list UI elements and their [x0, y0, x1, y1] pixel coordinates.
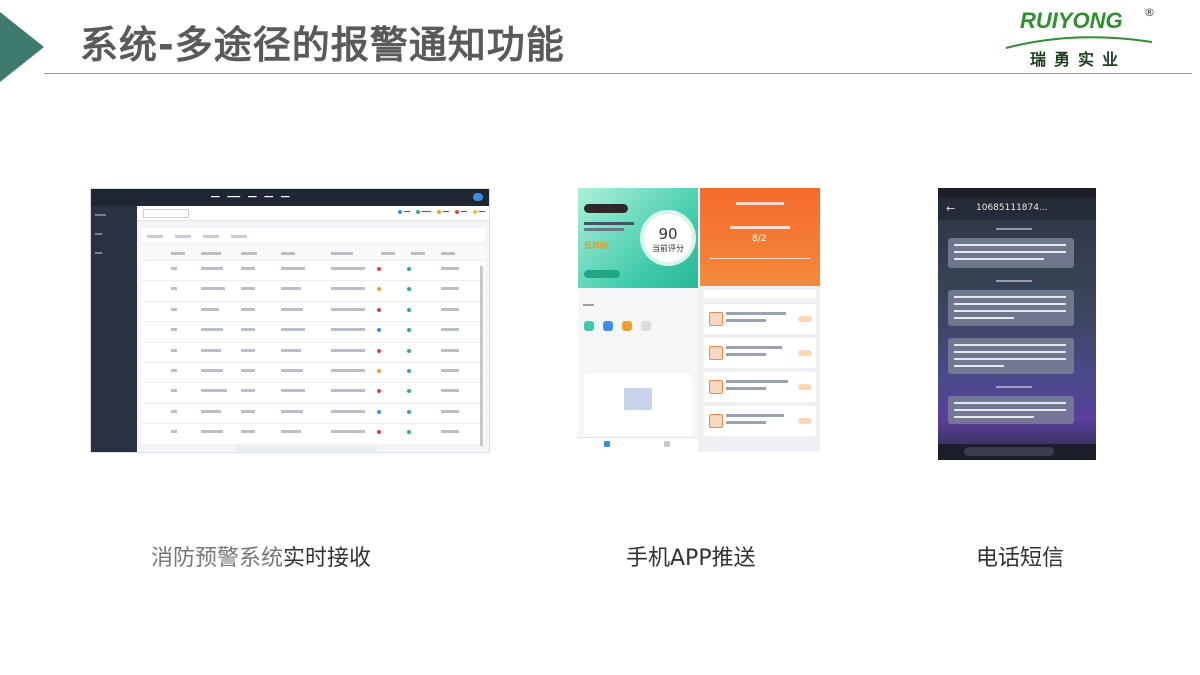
table-scrollbar[interactable] [480, 266, 483, 446]
app-shortcut-icons [584, 316, 660, 335]
profile-tab-icon[interactable] [664, 441, 670, 447]
sms-screenshot: ← 10685111874... [938, 188, 1096, 460]
table-pagination[interactable] [237, 446, 377, 451]
sms-sender-number: 10685111874... [976, 203, 1048, 213]
alarm-filter-bar[interactable] [704, 290, 816, 298]
score-ring: 90 当前评分 [640, 210, 696, 266]
desktop-content: ━━ ━━━ ━━ ━━ ━━ [137, 206, 489, 452]
alarm-card[interactable] [704, 338, 816, 368]
sms-message [948, 338, 1074, 374]
alarm-card[interactable] [704, 372, 816, 402]
mobile-home-screen: 低风险 90 当前评分 ━━━ [578, 188, 698, 452]
logo-brand-text: RUIYONG [1020, 8, 1123, 33]
desktop-system-screenshot: ━━ ━━━ ━━ ━━ ━━ ━━━ ━━ ━━ ━━ ━━━ ━━ ━━ ━━ [90, 188, 490, 453]
title-accent-triangle [0, 12, 44, 82]
page-title: 系统-多途径的报警通知功能 [80, 23, 565, 67]
detail-button[interactable] [584, 270, 620, 278]
sms-input-field[interactable] [964, 447, 1054, 456]
sms-message [948, 396, 1074, 424]
home-tab-icon[interactable] [604, 441, 610, 447]
alarm-table [141, 246, 485, 445]
caption-sms: 电话短信 [976, 546, 1065, 571]
mobile-app-screenshot: 低风险 90 当前评分 ━━━ 8/2 [578, 188, 820, 452]
sms-message [948, 290, 1074, 326]
sms-input-bar [938, 444, 1096, 460]
caption-desktop: 消防预警系统实时接收 [151, 546, 372, 571]
caption-mobile: 手机APP推送 [626, 546, 756, 571]
desktop-topbar: ━━ ━━━ ━━ ━━ ━━ [91, 189, 489, 206]
mobile-alarm-list-screen: 8/2 [700, 188, 820, 452]
alarm-card[interactable] [704, 304, 816, 334]
risk-level-text: 低风险 [584, 241, 608, 250]
logo-registered-mark: ® [1144, 6, 1155, 19]
empty-box-icon [624, 388, 652, 410]
score-label: 当前评分 [652, 244, 684, 253]
alarm-card[interactable] [704, 406, 816, 436]
phone-status-bar [938, 188, 1096, 198]
desktop-sidebar: ━━━ ━━ ━━ [91, 206, 137, 452]
alarm-summary-value: 8/2 [752, 234, 767, 244]
empty-state-card [584, 374, 692, 436]
sms-message [948, 238, 1074, 268]
score-value: 90 [658, 225, 678, 243]
back-arrow-icon[interactable]: ← [946, 202, 955, 215]
company-logo: RUIYONG ® 瑞勇实业 [1000, 6, 1180, 69]
logo-chinese-text: 瑞勇实业 [1030, 50, 1127, 69]
mobile-tabbar [578, 437, 698, 452]
title-divider [44, 73, 1192, 74]
sms-header: ← 10685111874... [938, 198, 1096, 220]
